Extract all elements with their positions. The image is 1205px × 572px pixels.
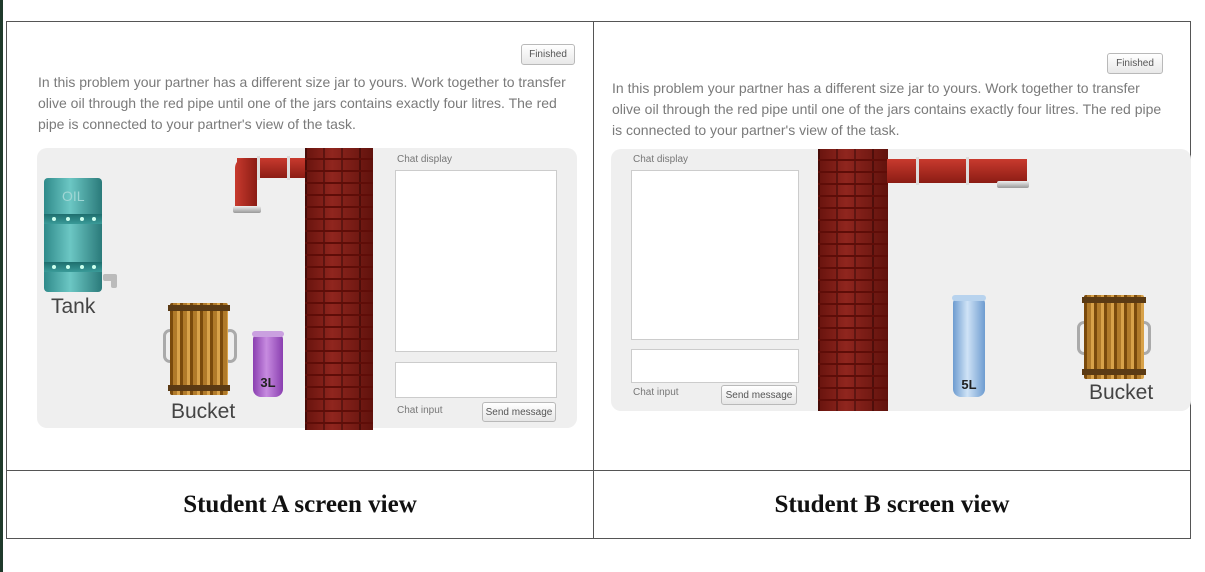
pipe-joint (287, 156, 290, 180)
chat-display (395, 170, 557, 352)
pipe-joint (966, 157, 969, 185)
caption-student-a: Student A screen view (183, 491, 417, 518)
bucket-band (168, 305, 230, 311)
student-a-panel: Finished In this problem your partner ha… (7, 22, 593, 518)
figure-frame: Finished In this problem your partner ha… (6, 21, 1191, 539)
bucket[interactable] (1082, 295, 1146, 379)
jar-capacity-label: 3L (260, 375, 276, 390)
red-pipe (887, 159, 1027, 183)
instructions-text: In this problem your partner has a diffe… (612, 80, 1162, 138)
pipe-outlet-icon[interactable] (997, 181, 1029, 188)
bucket-label: Bucket (1089, 381, 1154, 404)
tank[interactable]: OIL (44, 178, 102, 292)
chat-display (631, 170, 799, 340)
send-message-button[interactable]: Send message (721, 385, 797, 405)
pipe-outlet-icon[interactable] (233, 206, 261, 213)
instructions-text: In this problem your partner has a diffe… (38, 74, 566, 132)
task-workspace: OIL Tank Bucket 3L Chat display Chat inp… (37, 148, 577, 430)
jar-3l[interactable]: 3L (252, 331, 284, 397)
jar-lid (952, 295, 986, 301)
chat-input[interactable] (631, 349, 799, 383)
red-pipe-bend (235, 158, 257, 208)
tank-oil-text: OIL (62, 188, 85, 204)
jar-lid (252, 331, 284, 337)
chat-display-label: Chat display (633, 154, 689, 165)
chat-input-label: Chat input (397, 405, 443, 416)
tank-label: Tank (51, 295, 96, 318)
tank-band (44, 214, 102, 224)
chat-input[interactable] (395, 362, 557, 398)
bucket[interactable] (168, 303, 230, 395)
pipe-joint (916, 157, 919, 185)
send-message-button[interactable]: Send message (482, 402, 556, 422)
caption-student-b: Student B screen view (774, 491, 1010, 518)
chat-display-label: Chat display (397, 154, 453, 165)
page-edge (0, 0, 3, 572)
tank-band (44, 262, 102, 272)
jar-capacity-label: 5L (961, 377, 977, 392)
brick-wall (305, 148, 373, 430)
bucket-band (1082, 297, 1146, 303)
jar-5l[interactable]: 5L (952, 295, 986, 397)
chat-input-label: Chat input (633, 387, 679, 398)
bucket-band (1082, 369, 1146, 375)
tank-tap-spout-icon (111, 278, 117, 288)
bucket-label: Bucket (171, 400, 236, 423)
finished-button[interactable]: Finished (1107, 53, 1163, 74)
student-b-panel: Finished In this problem your partner ha… (594, 22, 1191, 518)
brick-wall (818, 149, 888, 411)
pipe-joint (257, 156, 260, 180)
task-workspace: Chat display Chat input Send message 5L (611, 149, 1191, 411)
finished-button[interactable]: Finished (521, 44, 575, 65)
bucket-band (168, 385, 230, 391)
